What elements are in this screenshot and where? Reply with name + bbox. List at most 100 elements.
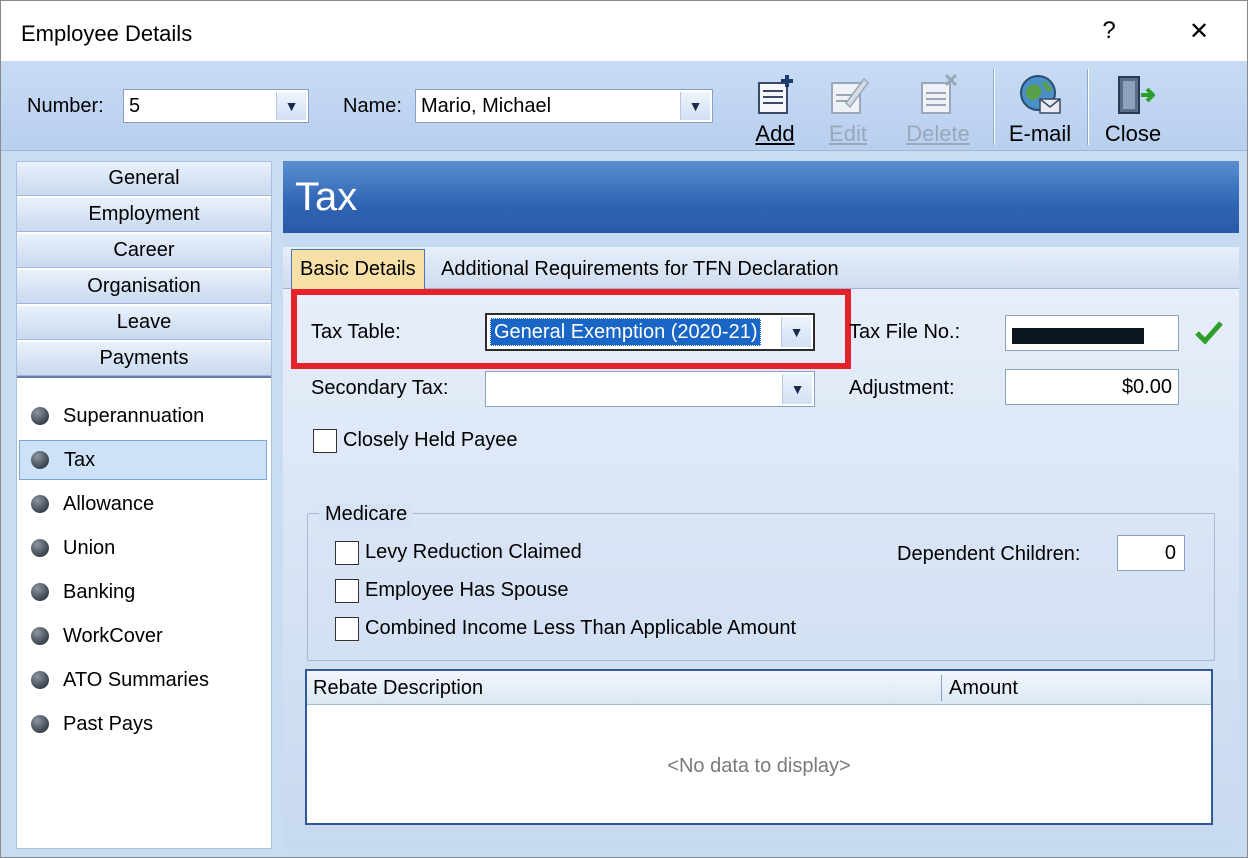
column-separator [941, 675, 942, 701]
nav-group-general[interactable]: General [17, 162, 271, 196]
grid-header: Rebate Description Amount [307, 671, 1211, 705]
dependent-children-field[interactable]: 0 [1117, 535, 1185, 571]
name-value: Mario, Michael [421, 94, 552, 117]
number-value: 5 [129, 94, 141, 117]
nav-item-label: Union [63, 536, 116, 559]
combined-income-checkbox[interactable] [335, 617, 359, 641]
bullet-icon [31, 539, 49, 557]
tax-file-field[interactable] [1005, 315, 1179, 351]
bullet-icon [31, 407, 49, 425]
redacted-value [1012, 328, 1144, 344]
bullet-icon [31, 583, 49, 601]
nav-group-leave[interactable]: Leave [17, 306, 271, 340]
adjustment-value: $0.00 [1121, 375, 1172, 398]
nav-separator [17, 376, 271, 378]
close-button[interactable]: Close [1101, 65, 1165, 147]
email-button[interactable]: E-mail [1005, 65, 1075, 147]
bullet-icon [31, 715, 49, 733]
add-document-icon [758, 75, 793, 114]
check-mark-icon [1195, 321, 1223, 345]
nav-item-superannuation[interactable]: Superannuation [19, 396, 267, 436]
closely-held-checkbox[interactable] [313, 429, 337, 453]
tab-basic-details[interactable]: Basic Details [291, 249, 425, 289]
adjustment-field[interactable]: $0.00 [1005, 369, 1179, 405]
toolbar-separator [993, 69, 995, 145]
tab-strip: Basic Details Additional Requirements fo… [283, 247, 1239, 289]
nav-item-label: WorkCover [63, 624, 163, 647]
tax-file-label: Tax File No.: [849, 321, 961, 343]
close-label: Close [1104, 121, 1162, 146]
nav-item-banking[interactable]: Banking [19, 572, 267, 612]
tax-table-label: Tax Table: [311, 321, 401, 343]
window-title: Employee Details [21, 21, 193, 46]
employee-spouse-label: Employee Has Spouse [365, 579, 569, 601]
nav-group-organisation[interactable]: Organisation [17, 270, 271, 304]
delete-label: Delete [906, 121, 970, 146]
name-dropdown[interactable]: Mario, Michael ▼ [415, 89, 713, 123]
employee-details-window: Employee Details ? ✕ Number: 5 ▼ Name: M… [0, 0, 1248, 858]
delete-document-icon [921, 73, 958, 114]
tab-additional-requirements[interactable]: Additional Requirements for TFN Declarat… [433, 249, 847, 289]
main-content: Tax Basic Details Additional Requirement… [283, 161, 1239, 849]
tax-table-value: General Exemption (2020-21) [490, 318, 762, 346]
number-dropdown[interactable]: 5 ▼ [123, 89, 309, 123]
column-amount[interactable]: Amount [949, 677, 1018, 700]
nav-item-label: Past Pays [63, 712, 154, 735]
nav-item-union[interactable]: Union [19, 528, 267, 568]
nav-item-label: Allowance [63, 492, 155, 515]
edit-document-icon [831, 77, 869, 114]
chevron-down-icon[interactable]: ▼ [782, 374, 812, 404]
chevron-down-icon[interactable]: ▼ [276, 92, 306, 120]
edit-button[interactable]: Edit [823, 65, 873, 147]
add-label: Add [755, 121, 795, 146]
nav-item-allowance[interactable]: Allowance [19, 484, 267, 524]
nav-group-payments[interactable]: Payments [17, 342, 271, 376]
adjustment-label: Adjustment: [849, 377, 955, 399]
secondary-tax-dropdown[interactable]: ▼ [485, 371, 815, 407]
closely-held-label: Closely Held Payee [343, 429, 518, 451]
chevron-down-icon[interactable]: ▼ [781, 317, 811, 347]
levy-reduction-label: Levy Reduction Claimed [365, 541, 582, 563]
dependent-children-value: 0 [1164, 541, 1176, 564]
email-label: E-mail [1008, 121, 1072, 146]
nav-item-label: Tax [64, 448, 96, 471]
title-bar: Employee Details ? ✕ [1, 1, 1247, 61]
section-header: Tax [283, 161, 1239, 233]
nav-item-label: Banking [63, 580, 136, 603]
levy-reduction-checkbox[interactable] [335, 541, 359, 565]
combined-income-label: Combined Income Less Than Applicable Amo… [365, 617, 797, 639]
left-navigation: General Employment Career Organisation L… [16, 161, 272, 849]
name-label: Name: [343, 95, 402, 117]
chevron-down-icon[interactable]: ▼ [680, 92, 710, 120]
globe-email-icon [1020, 75, 1061, 114]
nav-item-label: ATO Summaries [63, 668, 209, 691]
rebate-grid[interactable]: Rebate Description Amount <No data to di… [305, 669, 1213, 825]
empty-message: <No data to display> [667, 755, 851, 777]
number-label: Number: [27, 95, 104, 117]
bullet-icon [31, 671, 49, 689]
tax-table-dropdown[interactable]: General Exemption (2020-21) ▼ [485, 313, 815, 351]
nav-item-ato-summaries[interactable]: ATO Summaries [19, 660, 267, 700]
bullet-icon [31, 495, 49, 513]
toolbar: Number: 5 ▼ Name: Mario, Michael ▼ Add E… [1, 61, 1247, 151]
help-button[interactable]: ? [1079, 9, 1139, 53]
toolbar-separator [1087, 69, 1089, 145]
nav-group-career[interactable]: Career [17, 234, 271, 268]
dependent-children-label: Dependent Children: [897, 543, 1081, 565]
bullet-icon [31, 627, 49, 645]
secondary-tax-label: Secondary Tax: [311, 377, 449, 399]
bullet-icon [31, 451, 49, 469]
add-button[interactable]: Add [749, 65, 801, 147]
basic-details-panel: Tax Table: General Exemption (2020-21) ▼… [283, 289, 1239, 849]
nav-group-employment[interactable]: Employment [17, 198, 271, 232]
column-rebate-description[interactable]: Rebate Description [313, 677, 483, 700]
employee-spouse-checkbox[interactable] [335, 579, 359, 603]
delete-button[interactable]: Delete [899, 65, 977, 147]
window-close-button[interactable]: ✕ [1169, 9, 1229, 53]
nav-item-past-pays[interactable]: Past Pays [19, 704, 267, 744]
exit-door-icon [1118, 76, 1155, 114]
nav-item-label: Superannuation [63, 404, 205, 427]
nav-item-workcover[interactable]: WorkCover [19, 616, 267, 656]
nav-item-tax[interactable]: Tax [19, 440, 267, 480]
edit-label: Edit [829, 121, 867, 146]
